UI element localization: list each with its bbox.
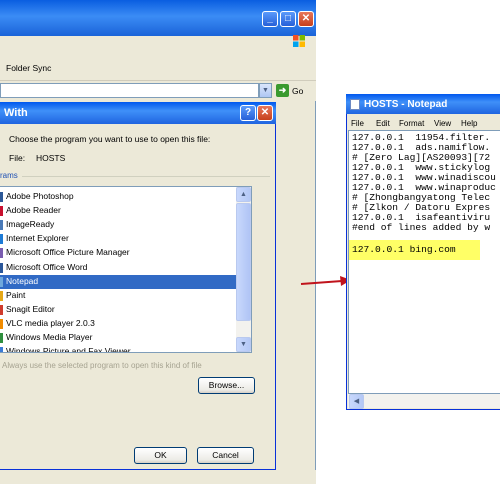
notepad-title: HOSTS - Notepad <box>364 99 448 110</box>
folder-sync-button[interactable]: Folder Sync <box>6 63 51 73</box>
browse-button[interactable]: Browse... <box>198 377 255 394</box>
program-label: Microsoft Office Word <box>6 261 88 272</box>
program-label: Notepad <box>6 275 39 286</box>
program-label: VLC media player 2.0.3 <box>6 317 95 328</box>
open-with-titlebar[interactable] <box>0 102 276 124</box>
minimize-button[interactable]: _ <box>262 11 278 27</box>
dialog-close-button[interactable]: ✕ <box>257 105 273 121</box>
group-divider <box>22 176 270 177</box>
explorer-statusbar <box>0 470 316 484</box>
media-player-icon <box>0 333 3 343</box>
page-footer <box>0 484 500 500</box>
scroll-down-icon[interactable]: ▼ <box>236 337 251 352</box>
programs-group-label: rams <box>0 171 18 180</box>
word-icon <box>0 262 3 273</box>
program-label: Windows Media Player <box>6 332 93 342</box>
program-list[interactable]: Adobe Photoshop Adobe Reader ImageReady Int… <box>0 186 252 353</box>
notepad-horizontal-scrollbar[interactable]: ◀ <box>348 394 500 409</box>
program-list-scrollbar[interactable]: ▲ ▼ <box>236 187 251 352</box>
program-list-item[interactable]: Adobe Photoshop <box>0 190 236 204</box>
scroll-left-icon[interactable]: ◀ <box>349 394 364 409</box>
picture-manager-icon <box>0 248 3 259</box>
snagit-icon <box>0 304 3 315</box>
program-list-item[interactable]: ImageReady <box>0 218 236 232</box>
scroll-up-icon[interactable]: ▲ <box>236 187 251 202</box>
program-list-item[interactable]: Windows Media Player <box>0 331 236 345</box>
program-list-item[interactable]: Internet Explorer <box>0 232 236 246</box>
reader-icon <box>0 206 3 217</box>
program-list-item[interactable]: Paint <box>0 289 236 303</box>
program-list-item[interactable]: Snagit Editor <box>0 303 236 317</box>
program-list-item[interactable]: Microsoft Office Word <box>0 261 236 275</box>
open-with-title: With <box>4 107 28 119</box>
go-label[interactable]: Go <box>292 86 303 96</box>
hosts-line-bing: 127.0.0.1 bing.com <box>352 244 456 255</box>
address-input[interactable] <box>0 83 259 98</box>
program-label: Internet Explorer <box>6 233 69 244</box>
program-label: ImageReady <box>6 219 55 230</box>
vlc-icon <box>0 318 3 329</box>
paint-icon <box>0 290 3 301</box>
windows-flag-icon <box>293 35 305 47</box>
program-label: Adobe Photoshop <box>6 191 74 201</box>
hosts-line: #end of lines added by w <box>352 222 491 233</box>
imageready-icon <box>0 220 3 231</box>
program-label: Paint <box>6 289 26 300</box>
photoshop-icon <box>0 192 3 202</box>
go-arrow-icon[interactable]: ➜ <box>276 84 289 97</box>
ie-icon <box>0 234 3 245</box>
pointer-arrow-icon <box>300 276 351 286</box>
menu-edit[interactable]: Edit <box>376 119 390 128</box>
ok-button[interactable]: OK <box>134 447 187 464</box>
program-label: Snagit Editor <box>6 303 55 314</box>
file-label: File: <box>9 153 26 163</box>
program-label: Windows Picture and Fax Viewer <box>6 346 131 353</box>
notepad-icon <box>350 99 360 110</box>
menu-help[interactable]: Help <box>461 119 477 128</box>
explorer-titlebar[interactable]: _ □ ✕ <box>0 0 316 36</box>
fax-viewer-icon <box>0 347 3 352</box>
explorer-menubar <box>0 36 316 51</box>
choose-program-instruction: Choose the program you want to use to op… <box>9 134 211 144</box>
cancel-button[interactable]: Cancel <box>197 447 254 464</box>
notepad-icon <box>0 276 3 287</box>
program-list-item[interactable]: VLC media player 2.0.3 <box>0 317 236 331</box>
program-list-item[interactable]: Windows Picture and Fax Viewer <box>0 345 236 353</box>
scroll-thumb[interactable] <box>236 203 251 321</box>
menu-format[interactable]: Format <box>399 119 424 128</box>
maximize-button[interactable]: □ <box>280 11 296 27</box>
program-list-item[interactable]: Adobe Reader <box>0 204 236 218</box>
chevron-down-icon[interactable]: ▼ <box>259 83 272 98</box>
program-label: Microsoft Office Picture Manager <box>6 247 130 258</box>
program-list-item[interactable]: Microsoft Office Picture Manager <box>0 246 236 260</box>
close-button[interactable]: ✕ <box>298 11 314 27</box>
menu-file[interactable]: File <box>351 119 364 128</box>
always-use-checkbox[interactable]: Always use the selected program to open … <box>2 361 202 370</box>
program-list-item[interactable]: Notepad <box>0 274 236 289</box>
file-name: HOSTS <box>36 153 66 163</box>
program-label: Adobe Reader <box>6 205 61 216</box>
menu-view[interactable]: View <box>434 119 451 128</box>
help-button[interactable]: ? <box>240 105 256 121</box>
